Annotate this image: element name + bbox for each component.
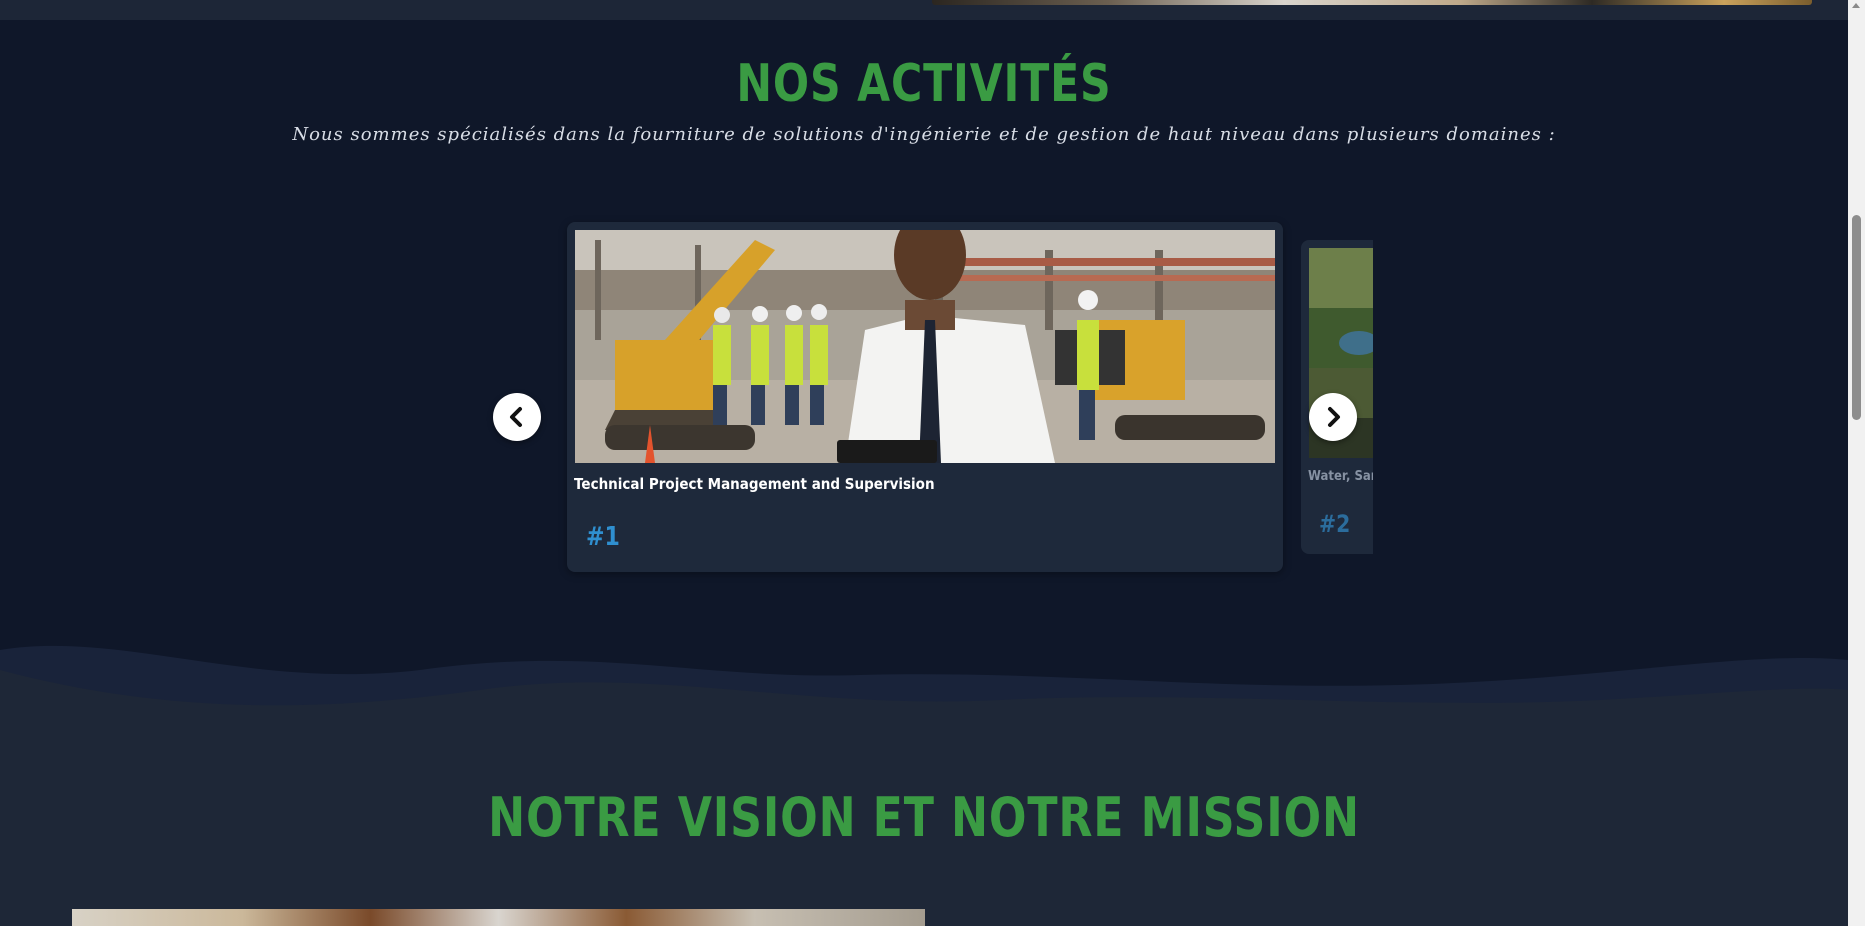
activities-title: NOS ACTIVITÉS (736, 54, 1112, 114)
carousel-next-button[interactable] (1309, 393, 1357, 441)
vision-title: NOTRE VISION ET NOTRE MISSION (488, 786, 1360, 849)
activities-section: NOS ACTIVITÉS Nous sommes spécialisés da… (0, 20, 1848, 720)
previous-section-bottom (0, 0, 1848, 20)
activities-subtitle: Nous sommes spécialisés dans la fournitu… (292, 124, 1556, 145)
vertical-scrollbar[interactable] (1848, 0, 1865, 926)
activity-card-1[interactable]: Technical Project Management and Supervi… (567, 222, 1283, 572)
vision-image (72, 909, 925, 926)
activity-card-1-image (575, 230, 1275, 463)
carousel-prev-button[interactable] (493, 393, 541, 441)
scrollbar-thumb[interactable] (1852, 215, 1861, 420)
scroll-up-arrow-icon[interactable] (1852, 3, 1860, 8)
activity-card-1-title: Technical Project Management and Supervi… (574, 475, 935, 493)
previous-section-image (932, 0, 1812, 5)
activity-card-2-number: #2 (1319, 510, 1351, 538)
chevron-right-icon (1328, 407, 1340, 427)
chevron-left-icon (510, 407, 522, 427)
section-wave-divider (0, 645, 1848, 740)
activity-card-1-number: #1 (586, 522, 620, 552)
construction-site-photo (575, 230, 1275, 463)
page: NOS ACTIVITÉS Nous sommes spécialisés da… (0, 0, 1865, 926)
activity-card-2-title: Water, San (1308, 469, 1373, 484)
